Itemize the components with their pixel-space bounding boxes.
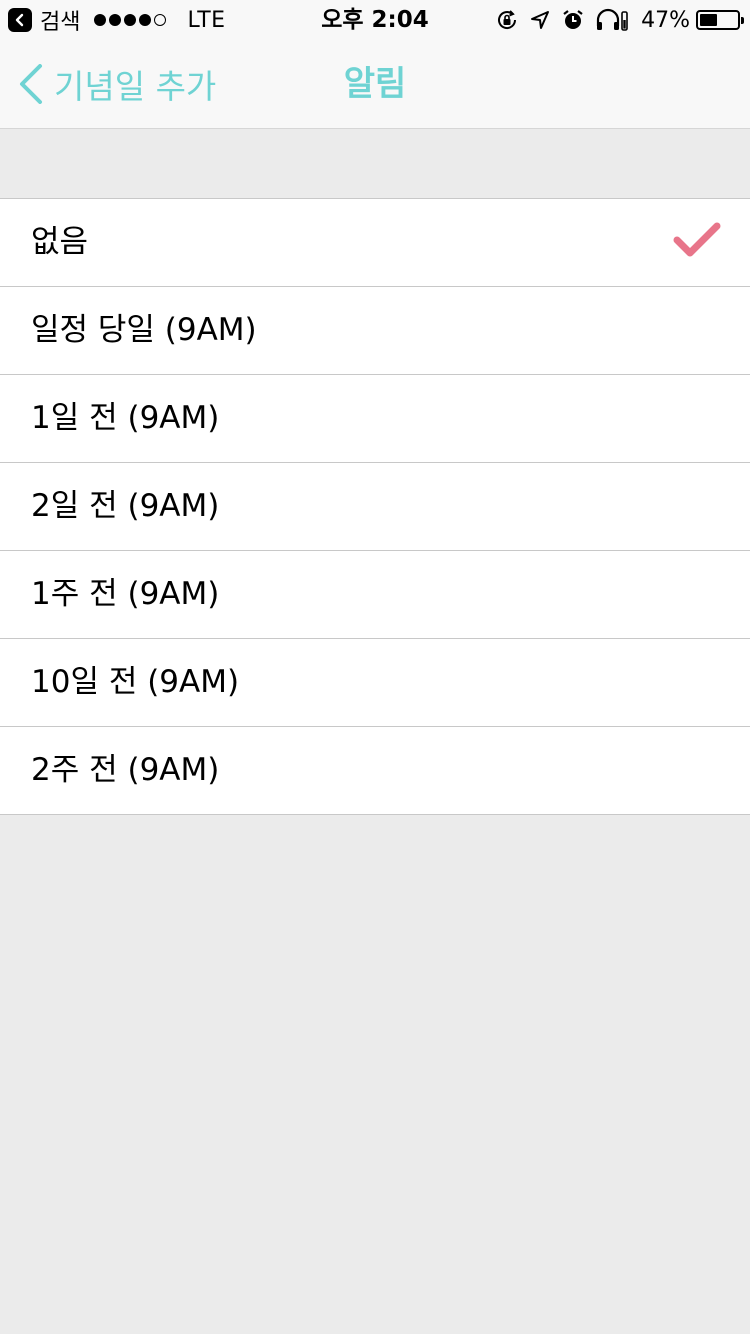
option-label: 2일 전 (9AM) [31, 488, 220, 524]
navigation-bar: 기념일 추가 알림 [0, 40, 750, 129]
option-label: 10일 전 (9AM) [31, 664, 240, 700]
alarm-icon [561, 8, 585, 32]
list-item[interactable]: 2주 전 (9AM) [0, 726, 750, 814]
list-item[interactable]: 1일 전 (9AM) [0, 374, 750, 462]
orientation-lock-icon [495, 8, 519, 32]
option-label: 없음 [31, 224, 89, 260]
option-label: 일정 당일 (9AM) [31, 312, 257, 348]
option-label: 1일 전 (9AM) [31, 400, 220, 436]
option-label: 2주 전 (9AM) [31, 752, 220, 788]
list-item[interactable]: 10일 전 (9AM) [0, 638, 750, 726]
list-item[interactable]: 없음 [0, 199, 750, 286]
battery-level [700, 14, 717, 26]
list-item[interactable]: 2일 전 (9AM) [0, 462, 750, 550]
battery-icon [696, 10, 744, 30]
alarm-option-list: 없음 일정 당일 (9AM) 1일 전 (9AM) 2일 전 (9AM) 1주 … [0, 198, 750, 815]
location-arrow-icon [529, 9, 551, 31]
headphones-icon [595, 8, 629, 32]
battery-percent: 47% [641, 7, 690, 33]
battery-tip [741, 17, 744, 24]
checkmark-icon [672, 221, 722, 261]
status-right: 47% [485, 6, 744, 34]
list-item[interactable]: 1주 전 (9AM) [0, 550, 750, 638]
status-bar: 검색 LTE 오후 2:04 47% [0, 0, 750, 40]
option-label: 1주 전 (9AM) [31, 576, 220, 612]
list-item[interactable]: 일정 당일 (9AM) [0, 286, 750, 374]
page-title: 알림 [343, 64, 407, 104]
